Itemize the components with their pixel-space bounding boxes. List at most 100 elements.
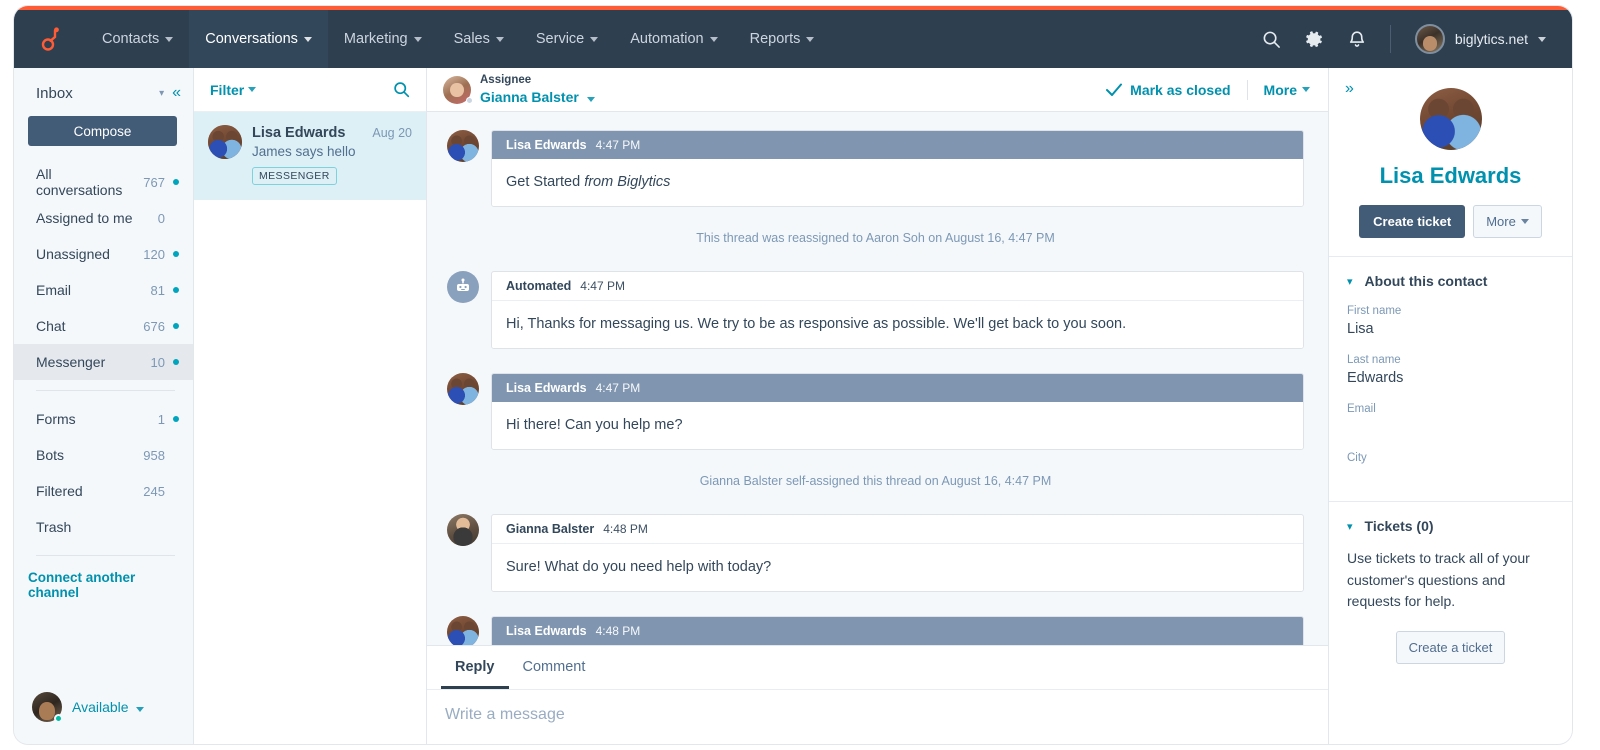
message-list[interactable]: Lisa Edwards 4:47 PM Get Started from Bi… [427, 112, 1328, 645]
create-a-ticket-button[interactable]: Create a ticket [1395, 631, 1506, 665]
compose-button[interactable]: Compose [28, 116, 177, 146]
status-badge: MESSENGER [252, 167, 337, 185]
avatar [208, 125, 242, 159]
expand-panel-icon[interactable]: » [1345, 80, 1354, 98]
sidebar-item-all-conversations[interactable]: All conversations 767 [14, 164, 193, 200]
chevron-down-icon[interactable]: ▾ [159, 88, 164, 99]
sidebar-item-email[interactable]: Email 81 [14, 272, 193, 308]
tickets-description: Use tickets to track all of your custome… [1347, 550, 1530, 610]
sidebar-item-chat[interactable]: Chat 676 [14, 308, 193, 344]
property-value[interactable] [1347, 419, 1554, 436]
about-contact-toggle[interactable]: ▾ About this contact [1329, 273, 1572, 289]
tab-reply[interactable]: Reply [441, 646, 509, 689]
nav-item-sales[interactable]: Sales [438, 10, 520, 68]
tickets-action: Create a ticket [1329, 631, 1572, 665]
availability-label: Available [72, 699, 129, 715]
thread-more-button[interactable]: More [1264, 82, 1310, 98]
message-author: Gianna Balster [506, 522, 595, 536]
chevron-down-icon: ▾ [1347, 520, 1353, 533]
nav-item-contacts[interactable]: Contacts [86, 10, 189, 68]
account-menu[interactable]: biglytics.net [1414, 24, 1546, 54]
property-value[interactable]: Edwards [1347, 370, 1554, 387]
inbox-selector[interactable]: Inbox ▾ « [14, 68, 193, 112]
sidebar-item-filtered[interactable]: Filtered 245 [14, 473, 193, 509]
chevron-down-icon: ▾ [1347, 275, 1353, 288]
list-item[interactable]: Lisa Edwards Aug 20 James says hello MES… [194, 112, 426, 200]
message-text: Hi there! Can you help me? [492, 402, 1303, 449]
assignee-block[interactable]: Assignee Gianna Balster [443, 73, 595, 106]
tab-comment[interactable]: Comment [509, 646, 600, 689]
message-author: Lisa Edwards [506, 381, 587, 395]
message-text: Sure! What do you need help with today? [492, 544, 1303, 591]
folder-count: 0 [157, 210, 165, 226]
contact-actions: Create ticket More [1329, 205, 1572, 238]
message-bubble: Automated 4:47 PM Hi, Thanks for messagi… [491, 271, 1304, 349]
availability-menu[interactable]: Available [72, 699, 145, 715]
assignee-name[interactable]: Gianna Balster [480, 88, 595, 106]
inbox-sidebar: Inbox ▾ « Compose All conversations 767 … [14, 68, 194, 744]
property-label: Last name [1347, 354, 1401, 366]
hubspot-logo[interactable] [14, 10, 86, 68]
message-header: Lisa Edwards 4:48 PM [492, 617, 1303, 645]
sidebar-item-messenger[interactable]: Messenger 10 [14, 344, 193, 380]
chevron-down-icon [495, 36, 504, 42]
sidebar-item-unassigned[interactable]: Unassigned 120 [14, 236, 193, 272]
folder-count: 81 [150, 282, 165, 298]
tickets-toggle[interactable]: ▾ Tickets (0) [1329, 518, 1572, 534]
search-icon[interactable] [1262, 30, 1281, 49]
connect-another-channel-link[interactable]: Connect another channel [14, 566, 193, 600]
nav-item-reports[interactable]: Reports [734, 10, 831, 68]
top-navigation-bar: Contacts Conversations Marketing Sales S… [14, 10, 1572, 68]
nav-item-service[interactable]: Service [520, 10, 614, 68]
gear-icon[interactable] [1305, 30, 1324, 49]
message-time: 4:48 PM [603, 522, 648, 536]
folder-count: 10 [150, 354, 165, 370]
property-label: City [1347, 452, 1367, 464]
folder-label: Chat [36, 318, 66, 334]
unread-dot [173, 359, 179, 365]
sidebar-item-assigned-to-me[interactable]: Assigned to me 0 [14, 200, 193, 236]
conversation-contact-name: Lisa Edwards [252, 125, 346, 141]
sidebar-item-bots[interactable]: Bots 958 [14, 437, 193, 473]
thread-actions: Mark as closed More [1106, 79, 1310, 100]
sidebar-item-forms[interactable]: Forms 1 [14, 401, 193, 437]
collapse-sidebar-icon[interactable]: « [172, 84, 181, 102]
property-value[interactable]: Lisa [1347, 321, 1554, 338]
search-icon[interactable] [393, 81, 410, 98]
property-first-name: First name Lisa [1329, 305, 1572, 338]
unread-dot [173, 179, 179, 185]
message-header: Gianna Balster 4:48 PM [492, 515, 1303, 544]
property-last-name: Last name Edwards [1329, 354, 1572, 387]
contact-more-button[interactable]: More [1473, 205, 1542, 238]
mark-as-closed-label: Mark as closed [1130, 81, 1231, 98]
chevron-down-icon [413, 36, 422, 42]
assignee-status-dot [466, 96, 473, 104]
bell-icon[interactable] [1348, 30, 1366, 49]
chevron-down-icon [590, 36, 599, 42]
message-time: 4:47 PM [595, 381, 641, 395]
message-header: Automated 4:47 PM [492, 272, 1303, 301]
create-ticket-button[interactable]: Create ticket [1359, 205, 1466, 238]
chevron-down-icon [248, 87, 257, 92]
sidebar-item-trash[interactable]: Trash [14, 509, 193, 545]
assignee-avatar [443, 75, 473, 104]
nav-item-automation[interactable]: Automation [614, 10, 733, 68]
chevron-down-icon [1520, 219, 1529, 224]
nav-item-label: Marketing [343, 31, 408, 47]
message-bubble: Lisa Edwards 4:48 PM [491, 616, 1304, 645]
sidebar-divider [36, 390, 175, 391]
avatar [447, 616, 479, 645]
unread-dot [173, 287, 179, 293]
folder-list-primary: All conversations 767 Assigned to me 0 U… [14, 164, 193, 380]
nav-item-conversations[interactable]: Conversations [189, 10, 328, 68]
property-value[interactable] [1347, 468, 1554, 485]
message-input[interactable]: Write a message [427, 690, 1328, 744]
contact-name[interactable]: Lisa Edwards [1329, 163, 1572, 189]
section-title: Tickets (0) [1364, 518, 1434, 534]
filter-button[interactable]: Filter [210, 82, 257, 98]
mark-as-closed-button[interactable]: Mark as closed [1106, 81, 1231, 98]
conversation-list-header: Filter [194, 68, 426, 112]
nav-item-label: Service [535, 31, 585, 47]
nav-item-marketing[interactable]: Marketing [328, 10, 438, 68]
chevron-down-icon [303, 36, 312, 42]
